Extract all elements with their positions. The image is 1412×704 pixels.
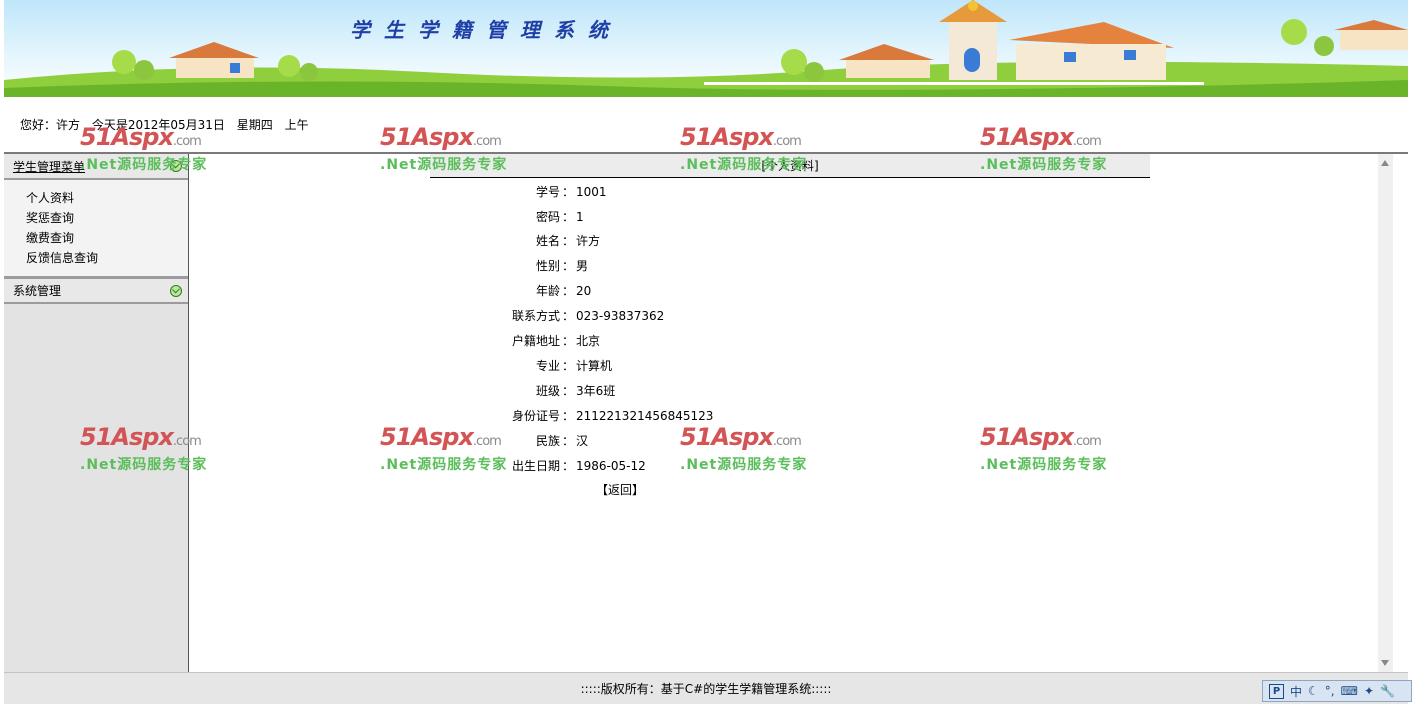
field-label: 专业 — [535, 359, 560, 373]
field-separator: ： — [561, 284, 574, 298]
field-separator: ： — [561, 234, 574, 248]
footer: :::::版权所有：基于C#的学生学籍管理系统::::: — [4, 672, 1408, 704]
sidebar-item-profile[interactable]: 个人资料 — [4, 188, 188, 208]
field-label: 学号 — [535, 185, 560, 199]
field-separator: ： — [561, 334, 574, 348]
field-separator: ： — [561, 409, 574, 423]
wrench-icon[interactable]: 🔧 — [1380, 684, 1395, 698]
ime-p-icon[interactable]: P — [1269, 683, 1284, 699]
field-value: 023-93837362 — [576, 309, 665, 323]
vertical-scrollbar[interactable] — [1378, 154, 1393, 672]
profile-row: 身份证号： 211221321456845123 — [500, 405, 713, 427]
profile-row: 年龄： 20 — [500, 280, 591, 302]
field-value: 计算机 — [576, 359, 613, 373]
field-separator: ： — [561, 359, 574, 373]
greeting-weekday: 星期四 — [236, 118, 273, 132]
watermark-suffix: .com — [472, 134, 502, 149]
field-separator: ： — [561, 434, 574, 448]
profile-row: 学号： 1001 — [500, 181, 607, 203]
system-menu-title[interactable]: 系统管理 — [13, 282, 61, 299]
profile-row: 性别：男 — [500, 255, 588, 277]
tools-icon[interactable]: ✦ — [1364, 684, 1374, 698]
profile-header: [个人资料] — [430, 154, 1150, 178]
scroll-down-icon[interactable] — [1381, 660, 1389, 666]
student-menu: 个人资料 奖惩查询 缴费查询 反馈信息查询 — [4, 180, 188, 278]
field-separator: ： — [561, 384, 574, 398]
profile-row: 户籍地址：北京 — [500, 330, 600, 352]
field-value: 1986-05-12 — [576, 459, 646, 473]
field-separator: ： — [561, 459, 574, 473]
keyboard-icon[interactable]: ⌨ — [1341, 684, 1358, 698]
system-menu-header[interactable]: 系统管理 — [4, 278, 188, 304]
ime-toolbar[interactable]: P 中 ☾ °, ⌨ ✦ 🔧 — [1262, 680, 1412, 702]
sidebar-item-payments[interactable]: 缴费查询 — [4, 228, 188, 248]
watermark-logo: 51Aspx — [980, 123, 1074, 151]
punctuation-icon[interactable]: °, — [1325, 684, 1335, 698]
field-value: 许方 — [576, 234, 601, 248]
field-label: 姓名 — [535, 234, 560, 248]
field-value: 汉 — [576, 434, 589, 448]
greeting-date: 今天是2012年05月31日 — [91, 118, 225, 132]
expand-icon[interactable] — [170, 284, 182, 297]
field-label: 密码 — [535, 210, 560, 224]
watermark-logo: 51Aspx — [380, 123, 474, 151]
field-label: 性别 — [535, 259, 560, 273]
page: 学生学籍管理系统 您好：许方 今天是2012年05月31日 星期四 上午 学生管… — [0, 0, 1412, 704]
field-label: 年龄 — [535, 284, 560, 298]
greeting-user: 您好：许方 — [20, 118, 81, 132]
header-banner: 学生学籍管理系统 — [4, 0, 1408, 97]
sidebar-item-rewards[interactable]: 奖惩查询 — [4, 208, 188, 228]
profile-row: 专业：计算机 — [500, 355, 612, 377]
field-value: 20 — [576, 284, 592, 298]
greeting-period: 上午 — [284, 118, 309, 132]
profile-row: 民族：汉 — [500, 430, 588, 452]
field-separator: ： — [561, 259, 574, 273]
main-frame: 学生管理菜单 个人资料 奖惩查询 缴费查询 反馈信息查询 系统管理 [个人资料]… — [4, 152, 1408, 672]
field-label: 民族 — [535, 434, 560, 448]
sidebar-item-feedback[interactable]: 反馈信息查询 — [4, 248, 188, 268]
profile-row: 联系方式： 023-93837362 — [500, 305, 664, 327]
field-separator: ： — [561, 185, 574, 199]
sidebar: 学生管理菜单 个人资料 奖惩查询 缴费查询 反馈信息查询 系统管理 — [4, 154, 189, 672]
content-area: [个人资料] 学号： 1001 密码： 1 姓名：许方 性别：男 年龄： 20 联系方… — [190, 154, 1393, 672]
watermark-suffix: .com — [172, 134, 202, 149]
watermark-suffix: .com — [1072, 134, 1102, 149]
field-label: 身份证号 — [511, 409, 560, 423]
field-value: 男 — [576, 259, 589, 273]
profile-row: 密码： 1 — [500, 206, 584, 228]
banner-illustration — [4, 0, 1408, 97]
field-separator: ： — [561, 309, 574, 323]
return-link[interactable]: 【返回】 — [596, 481, 644, 498]
watermark-suffix: .com — [772, 134, 802, 149]
student-menu-title[interactable]: 学生管理菜单 — [13, 158, 85, 175]
scroll-up-icon[interactable] — [1381, 160, 1389, 166]
profile-row: 姓名：许方 — [500, 230, 600, 252]
field-value: 1 — [576, 210, 584, 224]
watermark-logo: 51Aspx — [680, 123, 774, 151]
field-separator: ： — [561, 210, 574, 224]
profile-row: 班级： 3年6班 — [500, 380, 615, 402]
field-value: 1001 — [576, 185, 607, 199]
field-value: 北京 — [576, 334, 601, 348]
field-value: 3年6班 — [576, 384, 616, 398]
collapse-icon[interactable] — [170, 160, 182, 172]
moon-icon[interactable]: ☾ — [1308, 684, 1319, 698]
field-label: 联系方式 — [511, 309, 560, 323]
field-label: 班级 — [535, 384, 560, 398]
banner-title: 学生学籍管理系统 — [350, 18, 622, 42]
ime-mode-indicator[interactable]: 中 — [1290, 683, 1302, 700]
field-value: 211221321456845123 — [576, 409, 714, 423]
field-label: 户籍地址 — [511, 334, 560, 348]
greeting-bar: 您好：许方 今天是2012年05月31日 星期四 上午 — [20, 116, 317, 133]
profile-row: 出生日期： 1986-05-12 — [500, 455, 646, 477]
field-label: 出生日期 — [511, 459, 560, 473]
student-menu-header[interactable]: 学生管理菜单 — [4, 154, 188, 180]
